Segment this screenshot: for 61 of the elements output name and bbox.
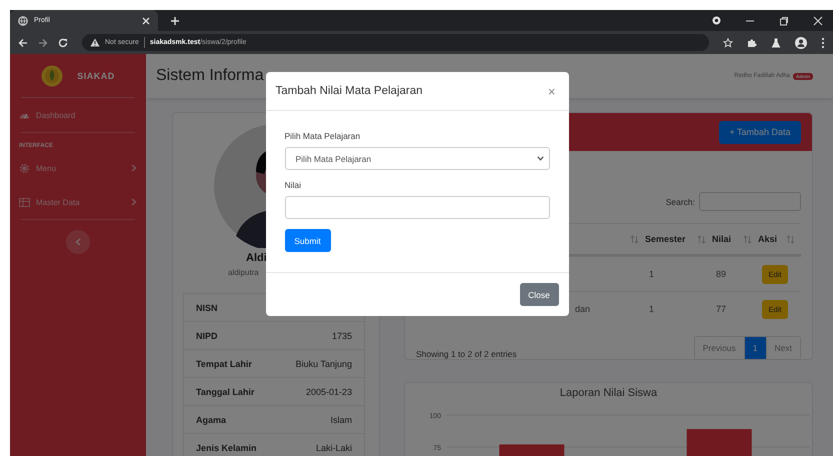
input-field[interactable] bbox=[284, 196, 550, 219]
chevron-icon bbox=[75, 238, 81, 246]
column-header[interactable]: Semester bbox=[645, 234, 686, 244]
field-value: Biuku Tanjung bbox=[296, 358, 352, 368]
table-cell: 77 bbox=[716, 304, 726, 314]
back-icon[interactable] bbox=[18, 38, 28, 48]
caret-icon bbox=[536, 156, 544, 161]
profile-icon[interactable] bbox=[795, 36, 807, 48]
circle-icon[interactable] bbox=[712, 16, 721, 25]
field-label: Nilai bbox=[284, 180, 302, 190]
brand-name: SIAKAD bbox=[77, 70, 115, 80]
field-value: Laki-Laki bbox=[316, 442, 352, 452]
student-email: aldiputra bbox=[228, 268, 260, 277]
reload-icon[interactable] bbox=[58, 38, 68, 48]
bar bbox=[686, 429, 752, 456]
sidebar-item[interactable]: Master Data bbox=[19, 185, 137, 219]
warning-icon bbox=[90, 38, 100, 47]
new-tab-icon[interactable] bbox=[170, 16, 180, 26]
star-icon[interactable] bbox=[723, 38, 733, 48]
close-icon[interactable] bbox=[813, 16, 823, 26]
field-value: 1735 bbox=[332, 330, 352, 340]
modal-title: Tambah Nilai Mata Pelajaran bbox=[276, 85, 423, 97]
restore-icon[interactable] bbox=[779, 16, 789, 26]
field-value: 2005-01-23 bbox=[306, 386, 352, 396]
flask-icon[interactable] bbox=[771, 38, 781, 48]
field-label: Agama bbox=[196, 414, 226, 424]
sidebar-item[interactable]: Menu bbox=[19, 151, 137, 185]
chart-title: Laporan Nilai Siswa bbox=[558, 387, 658, 401]
page-button[interactable]: Next bbox=[766, 337, 800, 359]
table-cell: 89 bbox=[716, 269, 726, 279]
page-title: Sistem Informa bbox=[156, 67, 264, 85]
sidebar-item[interactable]: Dashboard bbox=[19, 98, 137, 132]
search-label: Search: bbox=[666, 196, 695, 206]
field-label: Tanggal Lahir bbox=[196, 386, 254, 396]
student-name: Aldi bbox=[246, 252, 268, 264]
field-label: Jenis Kelamin bbox=[196, 442, 257, 452]
entries-info: Showing 1 to 2 of 2 entries bbox=[416, 348, 517, 359]
search-field[interactable] bbox=[699, 192, 801, 211]
globe-icon bbox=[18, 16, 28, 26]
close-icon[interactable] bbox=[142, 16, 150, 24]
add-data-button[interactable]: + Tambah Data bbox=[719, 120, 801, 144]
more-icon[interactable] bbox=[821, 36, 825, 48]
table-cell: 1 bbox=[649, 269, 654, 279]
puzzle-icon[interactable] bbox=[747, 38, 757, 48]
field-label: Pilih Mata Pelajaran bbox=[284, 131, 362, 141]
forward-icon[interactable] bbox=[38, 38, 48, 48]
column-header[interactable]: Nilai bbox=[712, 234, 732, 244]
close-button[interactable]: Close bbox=[520, 283, 558, 306]
page-button[interactable]: 1 bbox=[744, 337, 766, 359]
field-label: NISN bbox=[196, 302, 218, 312]
close-button[interactable]: × bbox=[544, 84, 558, 98]
submit-button[interactable]: Submit bbox=[284, 229, 330, 252]
table-cell: dan bbox=[575, 304, 590, 314]
field-label: Tempat Lahir bbox=[196, 358, 252, 368]
field-value: Islam bbox=[330, 414, 352, 424]
table-cell: 1 bbox=[649, 304, 654, 314]
field-label: NIPD bbox=[196, 330, 218, 340]
bar bbox=[499, 444, 564, 456]
logo-icon bbox=[41, 64, 64, 86]
column-header[interactable]: Aksi bbox=[758, 234, 778, 244]
subject-dropdown[interactable]: Pilih Mata Pelajaran bbox=[284, 147, 550, 170]
